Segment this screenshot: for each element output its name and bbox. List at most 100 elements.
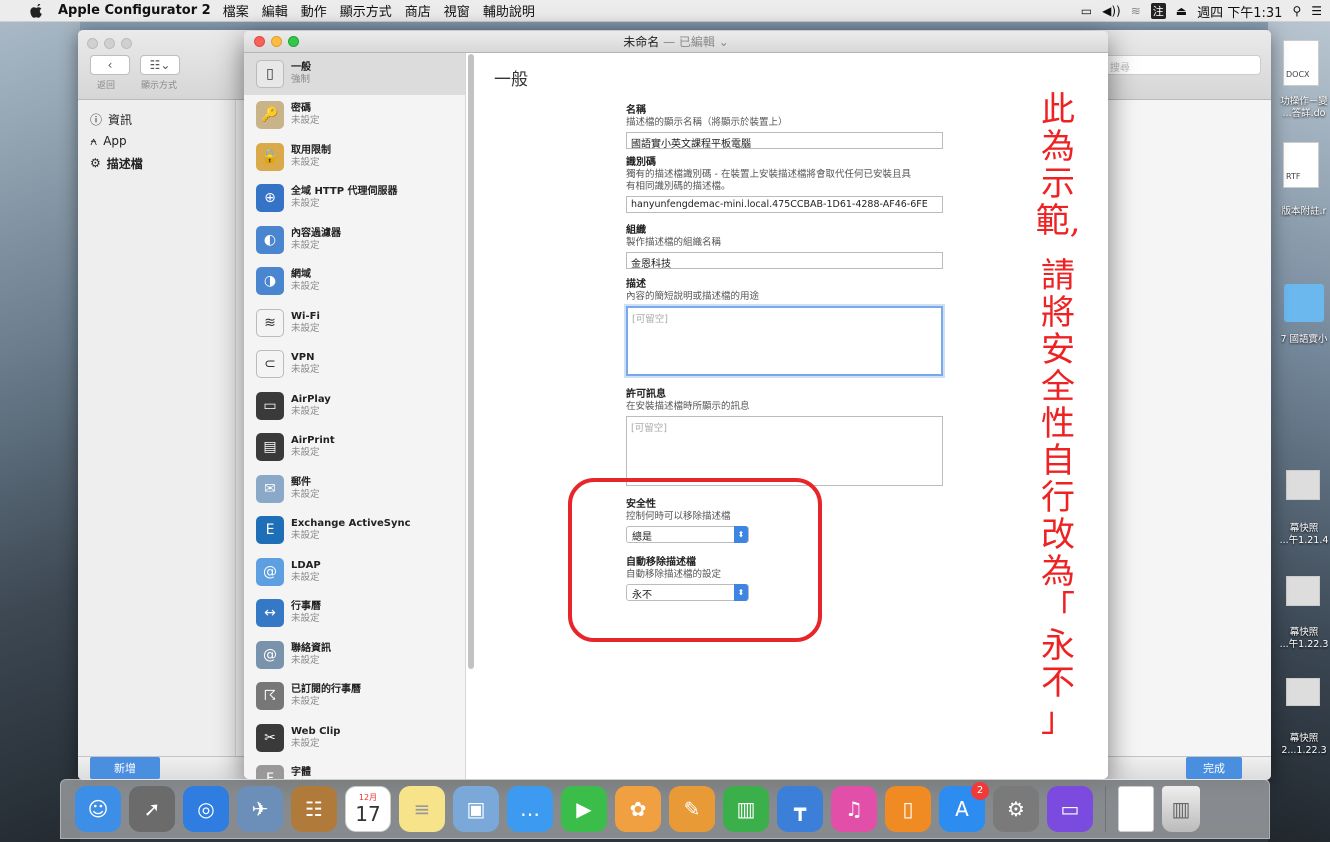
ibooks-icon[interactable]: ▯: [885, 786, 931, 832]
screenshot-thumb[interactable]: [1286, 470, 1320, 500]
numbers-icon[interactable]: ▥: [723, 786, 769, 832]
name-field[interactable]: 國語實小英文課程平板電腦: [626, 132, 943, 149]
annotation-char: 性: [1041, 404, 1075, 444]
payload-item[interactable]: F 字體未設定: [244, 759, 465, 779]
facetime-icon[interactable]: ▶: [561, 786, 607, 832]
lock-icon: 🔒: [256, 142, 284, 171]
payload-list: ▯ 一般 強制 🔑 密碼 未設定 🔒 取用限制 未設定 ⊕ 全域 HTTP 代理伺服器 未設定 ◐ 內容過…: [244, 53, 466, 779]
payload-item[interactable]: @ LDAP 未設定: [244, 551, 465, 593]
preview-icon[interactable]: ✈: [237, 786, 283, 832]
payload-item[interactable]: ◑ 網域 未設定: [244, 261, 465, 303]
annotation-char: 請: [1041, 256, 1075, 296]
payload-item[interactable]: ≋ Wi-Fi 未設定: [244, 302, 465, 344]
description-field[interactable]: [可留空]: [626, 306, 943, 376]
scrollbar[interactable]: [468, 54, 474, 669]
payload-item[interactable]: ↔ 行事曆 未設定: [244, 593, 465, 635]
configurator-icon[interactable]: ▭: [1047, 786, 1093, 832]
add-button[interactable]: 新增: [90, 757, 160, 779]
notes-icon[interactable]: ≡: [399, 786, 445, 832]
payload-item[interactable]: ☈ 已訂閱的行事曆 未設定: [244, 676, 465, 718]
general-icon: ▯: [256, 59, 284, 88]
menu-view[interactable]: 顯示方式: [340, 1, 392, 20]
view-mode-button[interactable]: ☷⌄: [140, 55, 180, 75]
finder-icon[interactable]: ☺: [75, 786, 121, 832]
notification-center-icon[interactable]: ☰: [1311, 4, 1322, 18]
menu-file[interactable]: 檔案: [223, 1, 249, 20]
identifier-field[interactable]: hanyunfengdemac-mini.local.475CCBAB-1D61…: [626, 196, 943, 213]
annotation-char: 範,: [1035, 201, 1081, 241]
desktop-file-name: 幕快照 2...1.22.3: [1281, 733, 1327, 756]
payload-text: 網域 未設定: [291, 269, 320, 293]
sidebar-item-app[interactable]: ⍲ App: [78, 130, 235, 152]
window-title-status[interactable]: — 已編輯 ⌄: [663, 35, 729, 49]
payload-item[interactable]: @ 聯絡資訊 未設定: [244, 634, 465, 676]
minimize-button[interactable]: [104, 38, 115, 49]
volume-icon[interactable]: ◀)): [1102, 4, 1121, 18]
safari-icon[interactable]: ◎: [183, 786, 229, 832]
done-button[interactable]: 完成: [1186, 757, 1242, 779]
documents-stack-icon[interactable]: [1118, 786, 1154, 832]
screenshot-thumb[interactable]: [1286, 576, 1320, 606]
desktop-file-docx-thumb[interactable]: DOCX: [1283, 40, 1319, 86]
pages-icon[interactable]: ✎: [669, 786, 715, 832]
payload-item[interactable]: ✉ 郵件 未設定: [244, 468, 465, 510]
consent-message-field[interactable]: [可留空]: [626, 416, 943, 486]
annotation-char: 永: [1041, 626, 1075, 666]
photos-icon[interactable]: ✿: [615, 786, 661, 832]
menu-action[interactable]: 動作: [301, 1, 327, 20]
annotation-text: 此為示範, 請將安全性自行改為「永不」: [1033, 92, 1083, 739]
payload-item[interactable]: ⊂ VPN 未設定: [244, 344, 465, 386]
calendar-app-icon[interactable]: 12月 17: [345, 786, 391, 832]
zoom-button[interactable]: [288, 36, 299, 47]
payload-item[interactable]: ▭ AirPlay 未設定: [244, 385, 465, 427]
sidebar-item-info[interactable]: ⓘ 資訊: [78, 108, 235, 130]
menu-edit[interactable]: 編輯: [262, 1, 288, 20]
menu-help[interactable]: 輔助說明: [483, 1, 535, 20]
system-preferences-icon[interactable]: ⚙: [993, 786, 1039, 832]
app-menu[interactable]: Apple Configurator 2: [58, 3, 211, 18]
preview2-icon[interactable]: ▣: [453, 786, 499, 832]
sidebar-item-profiles[interactable]: ⚙ 描述檔: [78, 152, 235, 174]
view-label: 顯示方式: [141, 81, 178, 91]
screenshot-thumb[interactable]: [1286, 678, 1320, 706]
payload-item[interactable]: ✂ Web Clip 未設定: [244, 717, 465, 759]
airplay-status-icon[interactable]: ▭: [1081, 4, 1092, 18]
messages-icon[interactable]: …: [507, 786, 553, 832]
desktop-folder-icon[interactable]: [1284, 284, 1324, 322]
search-input[interactable]: 搜尋: [1103, 55, 1261, 75]
eject-icon[interactable]: ⏏: [1176, 4, 1187, 18]
calendar-day: 17: [355, 802, 381, 826]
payload-item[interactable]: ⊕ 全域 HTTP 代理伺服器 未設定: [244, 178, 465, 220]
spotlight-icon[interactable]: ⚲: [1292, 4, 1301, 18]
desktop-file-rtf-thumb[interactable]: RTF: [1283, 142, 1319, 188]
payload-item[interactable]: ▯ 一般 強制: [244, 53, 465, 95]
organization-field[interactable]: 金恩科技: [626, 252, 943, 269]
apple-menu-icon[interactable]: [30, 3, 44, 18]
payload-item[interactable]: ▤ AirPrint 未設定: [244, 427, 465, 469]
close-button[interactable]: [87, 38, 98, 49]
close-button[interactable]: [254, 36, 265, 47]
contacts-app-icon[interactable]: ☷: [291, 786, 337, 832]
back-button[interactable]: ‹: [90, 55, 130, 75]
itunes-icon[interactable]: ♫: [831, 786, 877, 832]
minimize-button[interactable]: [271, 36, 282, 47]
payload-item[interactable]: 🔑 密碼 未設定: [244, 95, 465, 137]
annotation-char: 改: [1041, 515, 1075, 555]
payload-item[interactable]: 🔒 取用限制 未設定: [244, 136, 465, 178]
menu-store[interactable]: 商店: [405, 1, 431, 20]
appstore-icon[interactable]: A2: [939, 782, 989, 832]
wifi-status-icon[interactable]: ≋: [1131, 4, 1141, 18]
payload-item[interactable]: E Exchange ActiveSync 未設定: [244, 510, 465, 552]
field-label: 許可訊息: [626, 389, 666, 400]
launchpad-icon[interactable]: ➚: [129, 786, 175, 832]
clock[interactable]: 週四 下午1:31: [1197, 2, 1282, 21]
zoom-button[interactable]: [121, 38, 132, 49]
payload-status: 未設定: [291, 571, 320, 583]
keynote-icon[interactable]: ┳: [777, 786, 823, 832]
payload-item[interactable]: ◐ 內容過濾器 未設定: [244, 219, 465, 261]
trash-icon[interactable]: ▥: [1162, 786, 1200, 832]
subscribed-calendar-icon: ☈: [256, 682, 284, 711]
menu-window[interactable]: 視窗: [444, 1, 470, 20]
input-method-icon[interactable]: 注: [1150, 3, 1166, 19]
domains-icon: ◑: [256, 267, 284, 296]
